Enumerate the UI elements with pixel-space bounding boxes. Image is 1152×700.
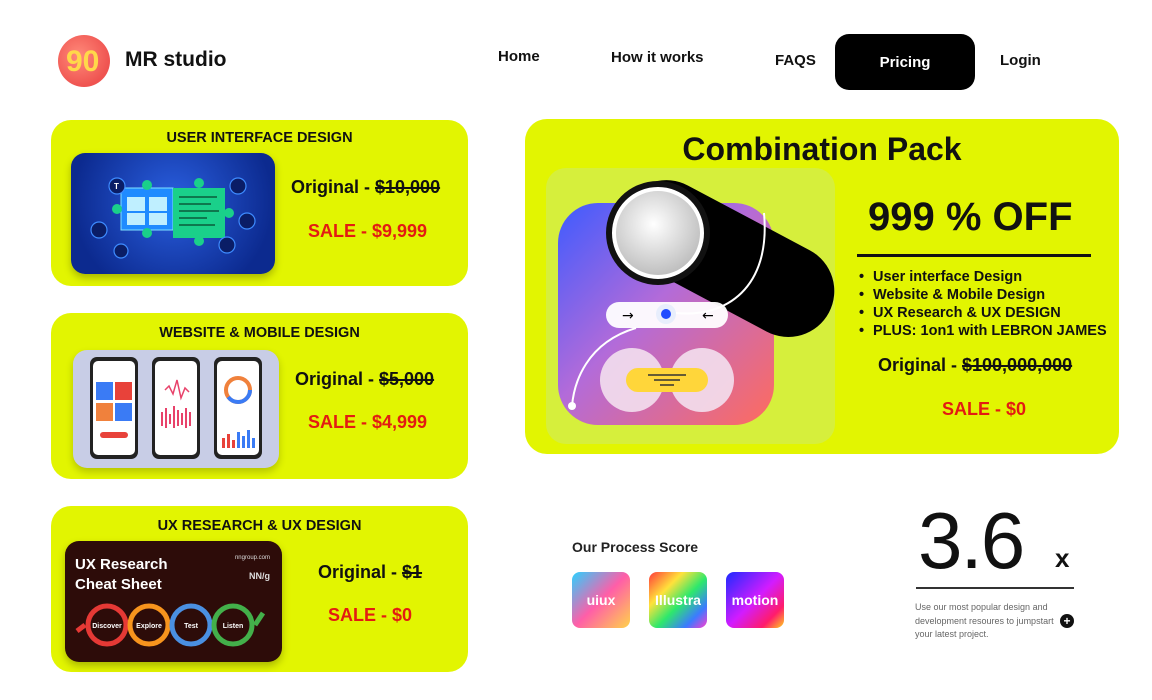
struck-price: $10,000 [375, 177, 441, 197]
step-discover: Discover [92, 623, 122, 630]
ui-design-illustration: T [71, 153, 275, 274]
nav-pricing-button[interactable]: Pricing [835, 34, 975, 90]
mobile-screens-illustration [73, 350, 279, 468]
discount-headline: 999 % OFF [868, 195, 1073, 239]
pricing-card-ui-design[interactable]: USER INTERFACE DESIGN T Original - $10,0… [51, 120, 468, 286]
ux-cheat-sheet-illustration: UX Research Cheat Sheet nngroup.com NN/g… [65, 541, 282, 662]
process-loop-icon: Discover Explore Test Listen [75, 603, 266, 647]
sale-price: SALE - $0 [328, 605, 413, 625]
nav-how-it-works[interactable]: How it works [611, 49, 704, 66]
card-title: USER INTERFACE DESIGN [166, 130, 353, 146]
divider [857, 254, 1091, 257]
pricing-card-ux-research[interactable]: UX RESEARCH & UX DESIGN UX Research Chea… [51, 506, 468, 672]
original-label: Original - [318, 562, 403, 582]
svg-text:T: T [114, 182, 119, 191]
original-price: Original - $10,000 [291, 177, 440, 198]
feature-item: UX Research & UX DESIGN [859, 304, 1107, 322]
feature-item: Website & Mobile Design [859, 286, 1107, 304]
arrow-right-icon: → [622, 308, 634, 324]
original-label: Original - [295, 369, 380, 389]
pricing-card-web-mobile[interactable]: WEBSITE & MOBILE DESIGN Original - $5,00… [51, 313, 468, 479]
card-title: UX RESEARCH & UX DESIGN [157, 518, 362, 534]
brand-name: MR studio [125, 48, 227, 71]
original-label: Original - [291, 177, 376, 197]
brand-logo[interactable]: 90 [58, 35, 110, 87]
score-description: Use our most popular design and developm… [915, 602, 1054, 639]
nav-home[interactable]: Home [498, 48, 540, 65]
nav-login[interactable]: Login [1000, 52, 1041, 69]
step-test: Test [184, 623, 199, 630]
struck-price: $5,000 [379, 369, 435, 389]
feature-list: User interface Design Website & Mobile D… [859, 268, 1107, 340]
sale-price: SALE - $9,999 [308, 221, 428, 241]
arrow-left-icon: ← [702, 308, 714, 324]
struck-price: $1 [402, 562, 423, 582]
card-title: WEBSITE & MOBILE DESIGN [159, 325, 360, 341]
motion-tile[interactable]: motion [726, 572, 784, 628]
combination-pack-card[interactable]: Combination Pack → ← 999 % OFF • User in… [525, 119, 1119, 454]
struck-price: $100,000,000 [962, 355, 1073, 375]
score-value: 3.6 [918, 496, 1025, 585]
illustration-tile[interactable]: Illustra [649, 572, 707, 628]
uiux-tile[interactable]: uiux [572, 572, 630, 628]
score-divider [916, 587, 1074, 589]
svg-text:90: 90 [66, 45, 99, 78]
step-explore: Explore [136, 623, 162, 630]
feature-item: User interface Design [859, 268, 1107, 286]
original-price: Original - $5,000 [295, 369, 434, 390]
step-listen: Listen [223, 623, 244, 630]
nav-faqs[interactable]: FAQS [775, 52, 816, 69]
toggle-app-illustration: → ← [546, 168, 835, 444]
process-score-title: Our Process Score [572, 539, 699, 555]
original-label: Original - [878, 355, 963, 375]
sale-price: SALE - $4,999 [308, 412, 428, 432]
original-price: Original - $1 [318, 562, 422, 583]
sale-price: SALE - $0 [942, 399, 1027, 419]
feature-item: PLUS: 1on1 with LEBRON JAMES [859, 322, 1107, 340]
combo-title: Combination Pack [682, 131, 962, 167]
logo-90-icon: 90 [66, 45, 99, 78]
original-price: Original - $100,000,000 [878, 355, 1072, 376]
score-multiplier: x [1055, 543, 1070, 573]
plus-icon[interactable]: + [1060, 614, 1074, 628]
